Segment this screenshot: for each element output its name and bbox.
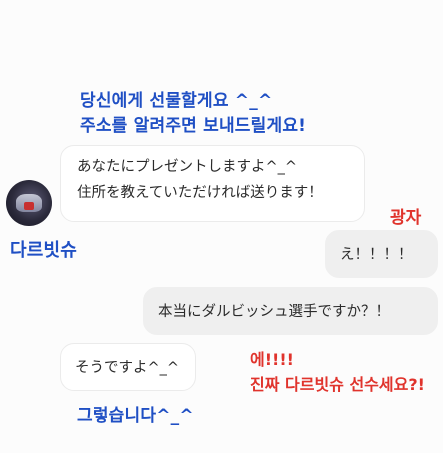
caption-translation-reply-line2: 진짜 다르빗슈 선수세요?! (250, 375, 425, 394)
avatar-accent-icon (24, 202, 34, 210)
caption-receiver-name: 광자 (390, 208, 422, 228)
caption-translation-reply-line1: 에!!!! (250, 350, 294, 369)
caption-translation-bottom: 그렇습니다^_^ (77, 406, 194, 426)
sender-avatar[interactable] (6, 180, 52, 226)
incoming-message-bubble[interactable]: そうですよ^_^ (60, 343, 196, 391)
caption-translation-top-line1: 당신에게 선물할게요 ^_^ (80, 91, 273, 111)
message-text-line2: 住所を教えていただければ送ります！ (77, 185, 323, 201)
incoming-message-bubble[interactable]: あなたにプレゼントしますよ^_^ 住所を教えていただければ送ります！ (60, 145, 365, 222)
caption-translation-top-line2: 주소를 알려주면 보내드릴게요! (80, 116, 307, 136)
message-text-line1: あなたにプレゼントしますよ^_^ (77, 159, 298, 175)
outgoing-message-bubble[interactable]: 本当にダルビッシュ選手ですか？！ (143, 287, 438, 335)
caption-sender-name: 다르빗슈 (10, 240, 78, 261)
outgoing-message-bubble[interactable]: え！！！！ (325, 230, 438, 278)
